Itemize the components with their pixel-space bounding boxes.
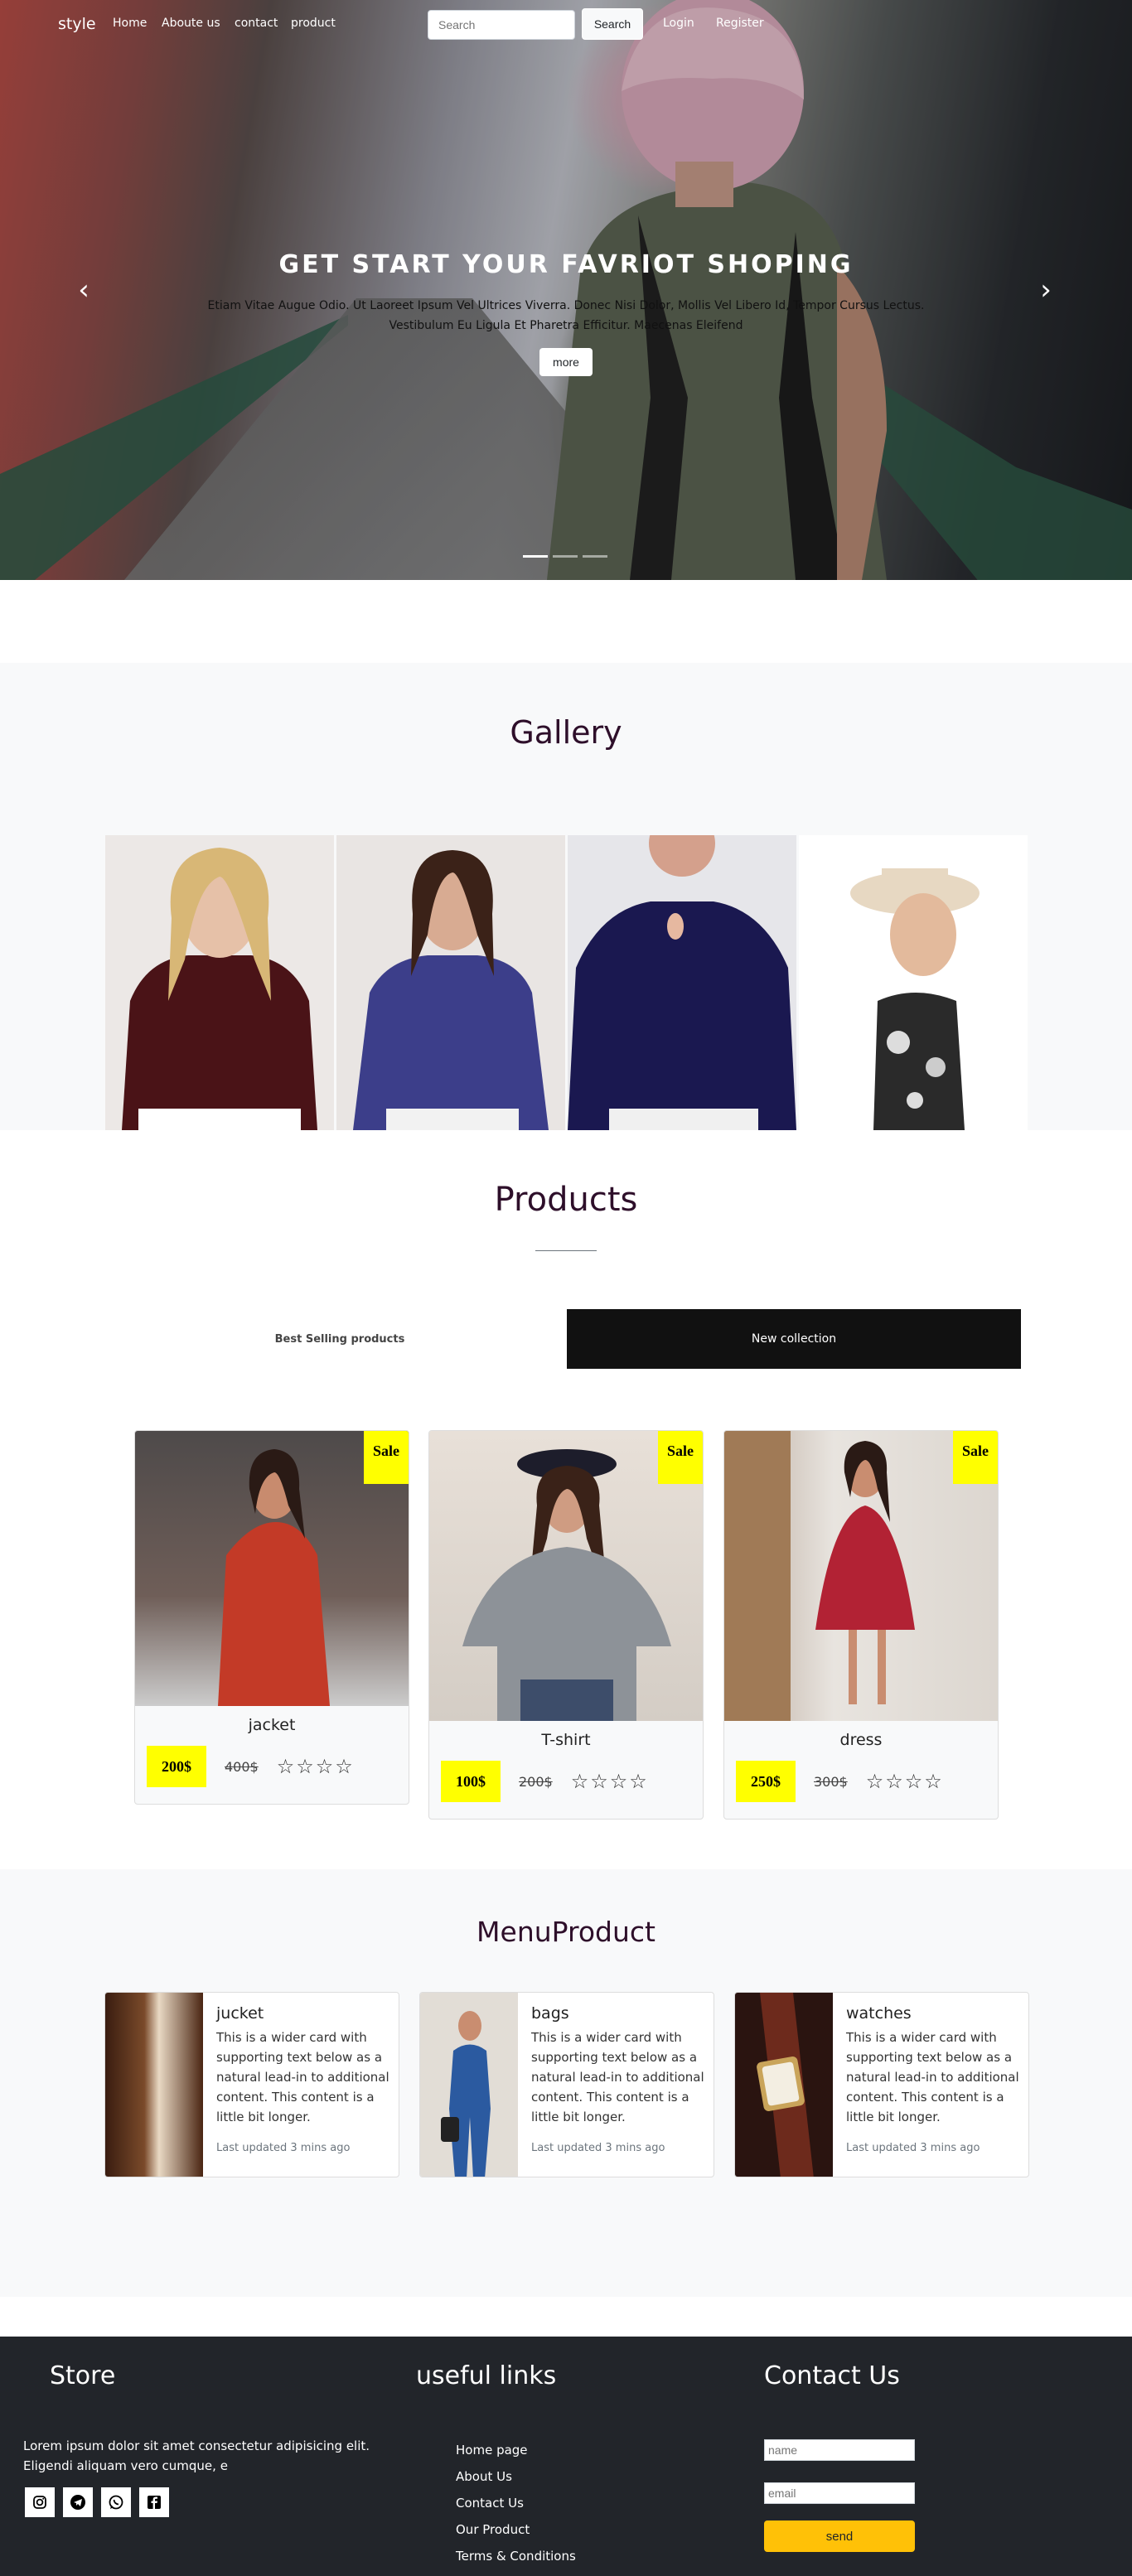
carousel-indicator-3[interactable] (583, 555, 607, 558)
menu-product-body: watches This is a wider card with suppor… (846, 2004, 1020, 2154)
menu-product-body: jucket This is a wider card with support… (216, 2004, 390, 2154)
menu-product-card[interactable]: watches This is a wider card with suppor… (734, 1992, 1029, 2177)
product-price-row: 200$ 400$ ☆☆☆☆ (147, 1746, 409, 1787)
rating-stars-icon[interactable]: ☆☆☆☆ (866, 1770, 944, 1793)
next-arrow-icon[interactable]: › (1033, 273, 1058, 307)
contact-name-field[interactable] (764, 2439, 915, 2461)
nav-link-about[interactable]: Aboute us (162, 17, 220, 30)
search-input[interactable] (428, 10, 575, 40)
menu-product-body: bags This is a wider card with supportin… (531, 2004, 705, 2154)
product-old-price: 300$ (814, 1773, 848, 1790)
menu-product-card[interactable]: bags This is a wider card with supportin… (419, 1992, 714, 2177)
hero-text: Etiam Vitae Augue Odio. Ut Laoreet Ipsum… (191, 296, 941, 336)
menu-product-updated: Last updated 3 mins ago (216, 2142, 351, 2154)
brand-logo[interactable]: style (58, 15, 96, 33)
menu-product-title: MenuProduct (477, 1916, 655, 1948)
gallery-title: Gallery (510, 714, 622, 751)
hero-carousel: GET START YOUR FAVRIOT SHOPING Etiam Vit… (0, 0, 1132, 580)
footer-link-contact[interactable]: Contact Us (456, 2496, 524, 2511)
menu-product-section: MenuProduct jucket This is a wider card … (0, 1869, 1132, 2297)
hero-text-line1: Etiam Vitae Augue Odio. Ut Laoreet Ipsum… (207, 299, 925, 312)
menu-product-text: This is a wider card with supporting tex… (846, 2030, 1019, 2124)
product-name: dress (839, 1731, 883, 1749)
gallery-image-3 (568, 835, 796, 1130)
sale-badge: Sale (658, 1431, 703, 1484)
footer-links-heading: useful links (416, 2361, 557, 2390)
search-button[interactable]: Search (582, 8, 643, 40)
menu-product-text: This is a wider card with supporting tex… (216, 2030, 389, 2124)
products-title: Products (494, 1181, 638, 1219)
gallery-image-2 (336, 835, 565, 1130)
page: GET START YOUR FAVRIOT SHOPING Etiam Vit… (0, 0, 1132, 2576)
footer-link-terms[interactable]: Terms & Conditions (456, 2549, 576, 2564)
navbar: style Home Aboute us contact product Sea… (0, 0, 1132, 50)
product-old-price: 200$ (519, 1773, 553, 1790)
product-price: 100$ (441, 1761, 501, 1802)
menu-product-name: bags (531, 2004, 569, 2023)
product-price: 250$ (736, 1761, 796, 1802)
product-price-row: 250$ 300$ ☆☆☆☆ (736, 1761, 998, 1802)
product-name: jacket (248, 1716, 296, 1734)
sale-badge: Sale (953, 1431, 998, 1484)
sale-badge: Sale (364, 1431, 409, 1484)
product-card[interactable]: Sale T-shirt 100$ 200$ ☆☆☆☆ (428, 1430, 704, 1820)
carousel-indicator-2[interactable] (553, 555, 578, 558)
carousel-indicators (523, 555, 607, 558)
menu-product-image (735, 1993, 833, 2177)
rating-stars-icon[interactable]: ☆☆☆☆ (571, 1770, 649, 1793)
menu-product-text: This is a wider card with supporting tex… (531, 2030, 704, 2124)
product-card[interactable]: Sale jacket 200$ 400$ ☆☆☆☆ (134, 1430, 409, 1805)
hero-overlay (0, 0, 1132, 580)
footer-link-product[interactable]: Our Product (456, 2522, 530, 2537)
footer-store-text-line2: Eligendi aliquam vero cumque, e (23, 2458, 228, 2473)
gallery-section: Gallery (0, 663, 1132, 1130)
product-image: Sale (135, 1431, 409, 1706)
products-divider (535, 1250, 597, 1251)
footer-store-heading: Store (50, 2361, 116, 2390)
more-button[interactable]: more (539, 348, 593, 376)
product-price-row: 100$ 200$ ☆☆☆☆ (441, 1761, 703, 1802)
carousel-indicator-1[interactable] (523, 555, 548, 558)
footer-link-home[interactable]: Home page (456, 2443, 528, 2458)
gallery-image-1 (105, 835, 334, 1130)
nav-link-product[interactable]: product (291, 17, 336, 30)
menu-product-image (105, 1993, 203, 2177)
hero-title: GET START YOUR FAVRIOT SHOPING (278, 250, 854, 279)
menu-product-name: watches (846, 2004, 912, 2023)
menu-product-card[interactable]: jucket This is a wider card with support… (104, 1992, 399, 2177)
menu-product-image (420, 1993, 518, 2177)
tab-new-collection[interactable]: New collection (567, 1309, 1021, 1369)
product-card[interactable]: Sale dress 250$ 300$ ☆☆☆☆ (723, 1430, 999, 1820)
product-image: Sale (724, 1431, 998, 1721)
prev-arrow-icon[interactable]: ‹ (71, 273, 96, 307)
product-price: 200$ (147, 1746, 206, 1787)
hero-text-line2: Vestibulum Eu Ligula Et Pharetra Efficit… (389, 319, 743, 332)
footer-store-text-line1: Lorem ipsum dolor sit amet consectetur a… (23, 2438, 370, 2453)
rating-stars-icon[interactable]: ☆☆☆☆ (277, 1755, 355, 1778)
send-button[interactable]: send (764, 2520, 915, 2552)
login-link[interactable]: Login (663, 17, 694, 30)
register-link[interactable]: Register (716, 17, 764, 30)
nav-link-home[interactable]: Home (113, 17, 147, 30)
tab-best-selling[interactable]: Best Selling products (113, 1309, 567, 1369)
contact-email-field[interactable] (764, 2482, 915, 2504)
footer-store-text: Lorem ipsum dolor sit amet consectetur a… (23, 2436, 370, 2476)
product-name: T-shirt (541, 1731, 591, 1749)
instagram-icon[interactable] (23, 2486, 56, 2519)
footer-link-about[interactable]: About Us (456, 2469, 512, 2484)
menu-product-updated: Last updated 3 mins ago (531, 2142, 665, 2154)
whatsapp-icon[interactable] (99, 2486, 133, 2519)
menu-product-updated: Last updated 3 mins ago (846, 2142, 980, 2154)
footer-contact-heading: Contact Us (764, 2361, 900, 2390)
product-image: Sale (429, 1431, 703, 1721)
telegram-icon[interactable] (61, 2486, 94, 2519)
facebook-icon[interactable] (138, 2486, 171, 2519)
product-old-price: 400$ (225, 1758, 259, 1775)
menu-product-name: jucket (216, 2004, 264, 2023)
gallery-image-4 (799, 835, 1028, 1130)
footer: Store Lorem ipsum dolor sit amet consect… (0, 2337, 1132, 2576)
nav-link-contact[interactable]: contact (235, 17, 278, 30)
